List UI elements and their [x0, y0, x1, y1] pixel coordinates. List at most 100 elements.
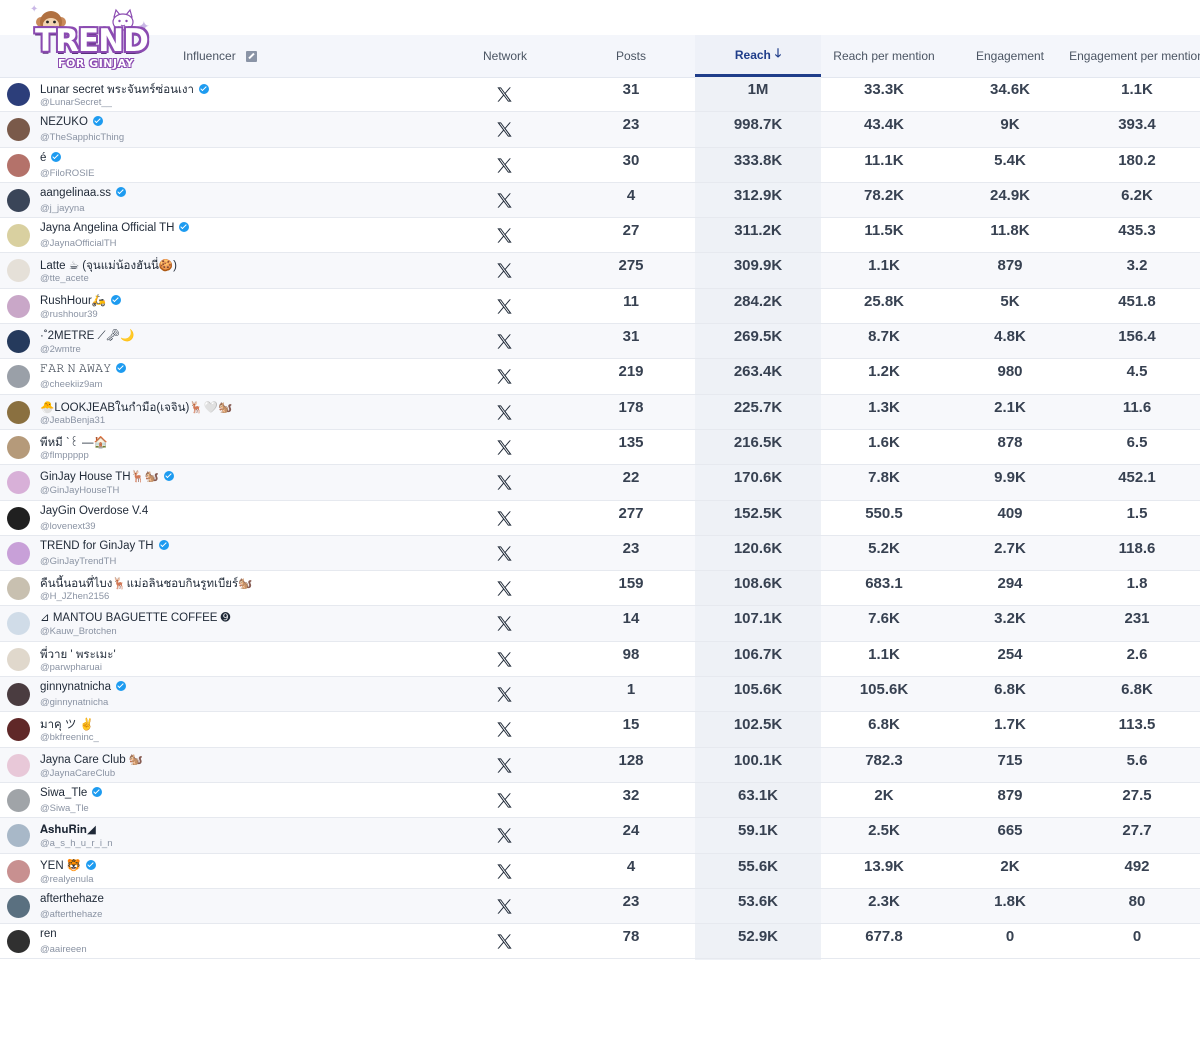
table-row[interactable]: ⊿ MANTOU BAGUETTE COFFEE ➒ @Kauw_Brotche… — [0, 606, 1200, 642]
table-row[interactable]: พี่วาย ' พระเมะ' @parwpharuai 98 106.7K … — [0, 642, 1200, 678]
table-row[interactable]: NEZUKO @TheSapphicThing 23 998.7K 43.4K … — [0, 112, 1200, 148]
avatar[interactable] — [7, 224, 30, 248]
column-header-engagement[interactable]: Engagement — [947, 35, 1073, 77]
table-row[interactable]: Jayna Angelina Official TH @JaynaOfficia… — [0, 218, 1200, 254]
external-link-icon[interactable] — [245, 50, 257, 62]
table-row[interactable]: TREND for GinJay TH @GinJayTrendTH 23 12… — [0, 535, 1200, 572]
influencer-handle[interactable]: @flmppppp — [40, 450, 89, 461]
influencer-handle[interactable]: @realyenula — [40, 874, 93, 885]
avatar[interactable] — [7, 612, 30, 636]
influencer-name[interactable]: ·˚2METRE ⟋🗝🌙 — [40, 328, 134, 343]
avatar[interactable] — [7, 718, 30, 742]
table-row[interactable]: aangelinaa.ss @j_jayyna 4 312.9K 78.2K 2… — [0, 182, 1200, 219]
avatar[interactable] — [7, 188, 30, 212]
avatar[interactable] — [7, 330, 30, 354]
influencer-handle[interactable]: @Siwa_Tle — [40, 803, 89, 814]
avatar[interactable] — [7, 647, 30, 671]
influencer-handle[interactable]: @Kauw_Brotchen — [40, 626, 117, 637]
influencer-handle[interactable]: @2wmtre — [40, 344, 81, 355]
influencer-handle[interactable]: @tte_acete — [40, 273, 89, 284]
influencer-handle[interactable]: @aaireeen — [40, 944, 87, 955]
column-header-posts[interactable]: Posts — [571, 35, 691, 77]
influencer-handle[interactable]: @cheekiiz9am — [40, 379, 102, 390]
influencer-name[interactable]: aangelinaa.ss — [40, 186, 126, 199]
avatar[interactable] — [7, 153, 30, 177]
table-row[interactable]: GinJay House TH🦌🐿️ @GinJayHouseTH 22 170… — [0, 465, 1200, 501]
table-row[interactable]: é @FiloROSIE 30 333.8K 11.1K 5.4K 180.2 — [0, 148, 1200, 183]
influencer-name[interactable]: ren — [40, 928, 57, 940]
avatar[interactable] — [7, 541, 30, 565]
column-header-network[interactable]: Network — [455, 35, 555, 77]
influencer-handle[interactable]: @GinJayHouseTH — [40, 485, 119, 496]
influencer-name[interactable]: YEN 🐯 — [40, 858, 97, 872]
table-row[interactable]: 🐣LOOKJEABในกำมือ(เจจิน)🦌🤍🐿️ @JeabBenja31… — [0, 394, 1200, 430]
table-row[interactable]: Siwa_Tle @Siwa_Tle 32 63.1K 2K 879 27.5 — [0, 783, 1200, 819]
influencer-handle[interactable]: @FiloROSIE — [40, 168, 95, 179]
avatar[interactable] — [7, 577, 30, 601]
avatar[interactable] — [7, 859, 30, 883]
avatar[interactable] — [7, 435, 30, 459]
influencer-name[interactable]: Jayna Care Club 🐿️ — [40, 752, 143, 766]
table-row[interactable]: ren @aaireeen 78 52.9K 677.8 0 0 — [0, 924, 1200, 960]
influencer-handle[interactable]: @j_jayyna — [40, 203, 85, 214]
influencer-name[interactable]: 𝐀𝐬𝐡𝐮𝐑𝐢𝐧◢ — [40, 822, 96, 837]
table-row[interactable]: afterthehaze @afterthehaze 23 53.6K 2.3K… — [0, 888, 1200, 925]
column-header-reach-per-mention[interactable]: Reach per mention — [821, 35, 947, 77]
table-row[interactable]: พีหมี ˋ꒰ —🏠 @flmppppp 135 216.5K 1.6K 87… — [0, 430, 1200, 466]
table-row[interactable]: YEN 🐯 @realyenula 4 55.6K 13.9K 2K 492 — [0, 854, 1200, 889]
table-row[interactable]: Latte ☕ (จุนแม่น้องฮันนี่🍪) @tte_acete 2… — [0, 253, 1200, 289]
influencer-name[interactable]: Jayna Angelina Official TH — [40, 222, 190, 234]
column-header-reach[interactable]: Reach 🡓 — [695, 35, 821, 77]
avatar[interactable] — [7, 400, 30, 424]
influencer-name[interactable]: NEZUKO — [40, 116, 103, 128]
influencer-handle[interactable]: @a_s_h_u_r_i_n — [40, 838, 113, 849]
avatar[interactable] — [7, 788, 30, 812]
influencer-name[interactable]: ginnynatnicha — [40, 681, 126, 693]
avatar[interactable] — [7, 683, 30, 707]
influencer-name[interactable]: Siwa_Tle — [40, 786, 103, 799]
influencer-handle[interactable]: @H_JZhen2156 — [40, 591, 109, 602]
avatar[interactable] — [7, 365, 30, 389]
column-header-influencer[interactable]: Influencer — [183, 35, 293, 77]
influencer-handle[interactable]: @GinJayTrendTH — [40, 556, 116, 567]
influencer-handle[interactable]: @TheSapphicThing — [40, 132, 124, 143]
influencer-handle[interactable]: @ginnynatnicha — [40, 697, 108, 708]
table-row[interactable]: RushHour🛵 @rushhour39 11 284.2K 25.8K 5K… — [0, 289, 1200, 325]
influencer-handle[interactable]: @JaynaCareClub — [40, 768, 115, 779]
influencer-handle[interactable]: @parwpharuai — [40, 662, 102, 673]
influencer-handle[interactable]: @lovenext39 — [40, 521, 96, 532]
avatar[interactable] — [7, 824, 30, 848]
influencer-handle[interactable]: @rushhour39 — [40, 309, 98, 320]
influencer-name[interactable]: RushHour🛵 — [40, 293, 122, 307]
table-row[interactable]: คืนนี้นอนที่ไบง🦌แม่อลินชอบกินรูทเบียร์🐿️… — [0, 571, 1200, 607]
influencer-handle[interactable]: @JeabBenja31 — [40, 415, 105, 426]
influencer-handle[interactable]: @JaynaOfficialTH — [40, 238, 117, 249]
table-row[interactable]: ·˚2METRE ⟋🗝🌙 @2wmtre 31 269.5K 8.7K 4.8K… — [0, 324, 1200, 360]
avatar[interactable] — [7, 259, 30, 283]
influencer-name[interactable]: TREND for GinJay TH — [40, 539, 169, 552]
table-row[interactable]: 𝙵𝙰𝚁 𝙽 𝙰𝚆𝙰𝚈 @cheekiiz9am 219 263.4K 1.2K … — [0, 359, 1200, 395]
avatar[interactable] — [7, 294, 30, 318]
avatar[interactable] — [7, 753, 30, 777]
influencer-name[interactable]: 𝙵𝙰𝚁 𝙽 𝙰𝚆𝙰𝚈 — [40, 363, 127, 376]
avatar[interactable] — [7, 930, 30, 954]
table-row[interactable]: มาคุ ツ ✌️ @bkfreeninc_ 15 102.5K 6.8K 1.… — [0, 712, 1200, 748]
influencer-name[interactable]: afterthehaze — [40, 893, 104, 905]
influencer-handle[interactable]: @afterthehaze — [40, 909, 102, 920]
avatar[interactable] — [7, 83, 30, 106]
table-row[interactable]: ginnynatnicha @ginnynatnicha 1 105.6K 10… — [0, 677, 1200, 713]
influencer-name[interactable]: é — [40, 151, 62, 164]
column-header-engagement-per-mention[interactable]: Engagement per mention — [1069, 35, 1200, 77]
influencer-handle[interactable]: @bkfreeninc_ — [40, 732, 99, 743]
table-row[interactable]: Lunar secret พระจันทร์ซ่อนเงา @LunarSecr… — [0, 77, 1200, 113]
table-row[interactable]: Jayna Care Club 🐿️ @JaynaCareClub 128 10… — [0, 747, 1200, 783]
influencer-name[interactable]: JayGin Overdose V.4 — [40, 505, 148, 517]
avatar[interactable] — [7, 471, 30, 495]
avatar[interactable] — [7, 118, 30, 142]
influencer-handle[interactable]: @LunarSecret__ — [40, 97, 112, 108]
table-row[interactable]: 𝐀𝐬𝐡𝐮𝐑𝐢𝐧◢ @a_s_h_u_r_i_n 24 59.1K 2.5K 66… — [0, 818, 1200, 854]
table-row[interactable]: JayGin Overdose V.4 @lovenext39 277 152.… — [0, 501, 1200, 536]
avatar[interactable] — [7, 506, 30, 530]
influencer-name[interactable]: GinJay House TH🦌🐿️ — [40, 469, 175, 483]
influencer-name[interactable]: ⊿ MANTOU BAGUETTE COFFEE ➒ — [40, 610, 230, 624]
